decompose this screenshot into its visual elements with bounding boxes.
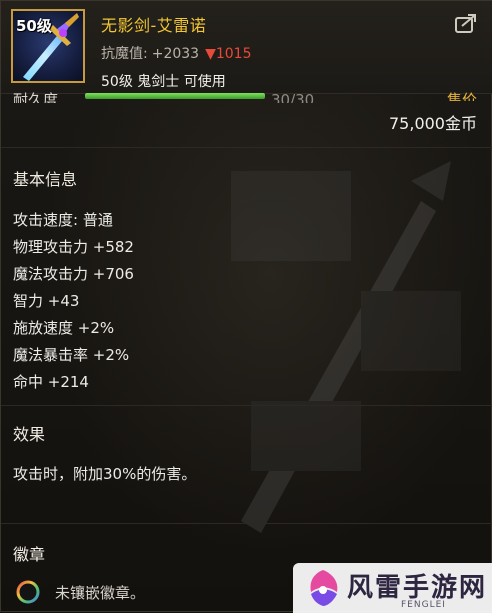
durability-value: 30/30 xyxy=(271,91,315,103)
emblem-title: 徽章 xyxy=(13,545,46,564)
resist-line: 抗魔值: +2033 ▼1015 xyxy=(101,43,251,63)
durability-bar-fill xyxy=(85,93,265,99)
stat-physical-attack: 物理攻击力 +582 xyxy=(13,238,134,256)
stat-hit: 命中 +214 xyxy=(13,373,89,391)
item-header: 50级 无影剑-艾雷诺 抗魔值: +2033 ▼1015 50级 鬼剑士 可使用 xyxy=(1,1,492,94)
emblem-text: 未镶嵌徽章。 xyxy=(55,584,146,602)
stat-magic-attack: 魔法攻击力 +706 xyxy=(13,265,134,283)
emblem-ring-icon[interactable] xyxy=(15,579,41,605)
stat-cast-speed: 施放速度 +2% xyxy=(13,319,115,337)
watermark: 风雷手游网 FENGLEI xyxy=(293,563,492,613)
durability-bar xyxy=(85,93,265,99)
resist-value: +2033 xyxy=(151,46,200,62)
stat-intelligence: 智力 +43 xyxy=(13,292,80,310)
effect-text: 攻击时，附加30%的伤害。 xyxy=(13,465,197,483)
durability-row: 耐久度 30/30 售价 75,000金币 xyxy=(1,91,492,137)
price-value: 75,000金币 xyxy=(389,114,477,133)
resist-diff: ▼1015 xyxy=(205,46,252,62)
share-icon[interactable] xyxy=(455,13,477,33)
item-level-badge: 50级 xyxy=(16,17,52,35)
item-tooltip-panel: 50级 无影剑-艾雷诺 抗魔值: +2033 ▼1015 50级 鬼剑士 可使用 耐… xyxy=(0,0,492,613)
item-icon-frame[interactable]: 50级 xyxy=(11,9,85,83)
resist-label: 抗魔值: xyxy=(101,46,148,62)
background-art xyxy=(231,161,461,533)
divider xyxy=(1,405,492,406)
requirement-text: 50级 鬼剑士 可使用 xyxy=(101,74,226,90)
fenglei-logo-icon xyxy=(310,570,338,606)
basic-info-title: 基本信息 xyxy=(13,170,78,189)
durability-label: 耐久度 xyxy=(13,91,59,103)
divider xyxy=(1,147,492,148)
watermark-title: 风雷手游网 xyxy=(347,573,488,603)
watermark-subtitle: FENGLEI xyxy=(401,600,446,610)
price-label: 售价 xyxy=(447,91,478,101)
stat-magic-crit: 魔法暴击率 +2% xyxy=(13,346,130,364)
item-name: 无影剑-艾雷诺 xyxy=(101,16,207,35)
effect-title: 效果 xyxy=(13,425,46,444)
divider xyxy=(1,523,492,524)
stat-attack-speed: 攻击速度: 普通 xyxy=(13,211,113,229)
